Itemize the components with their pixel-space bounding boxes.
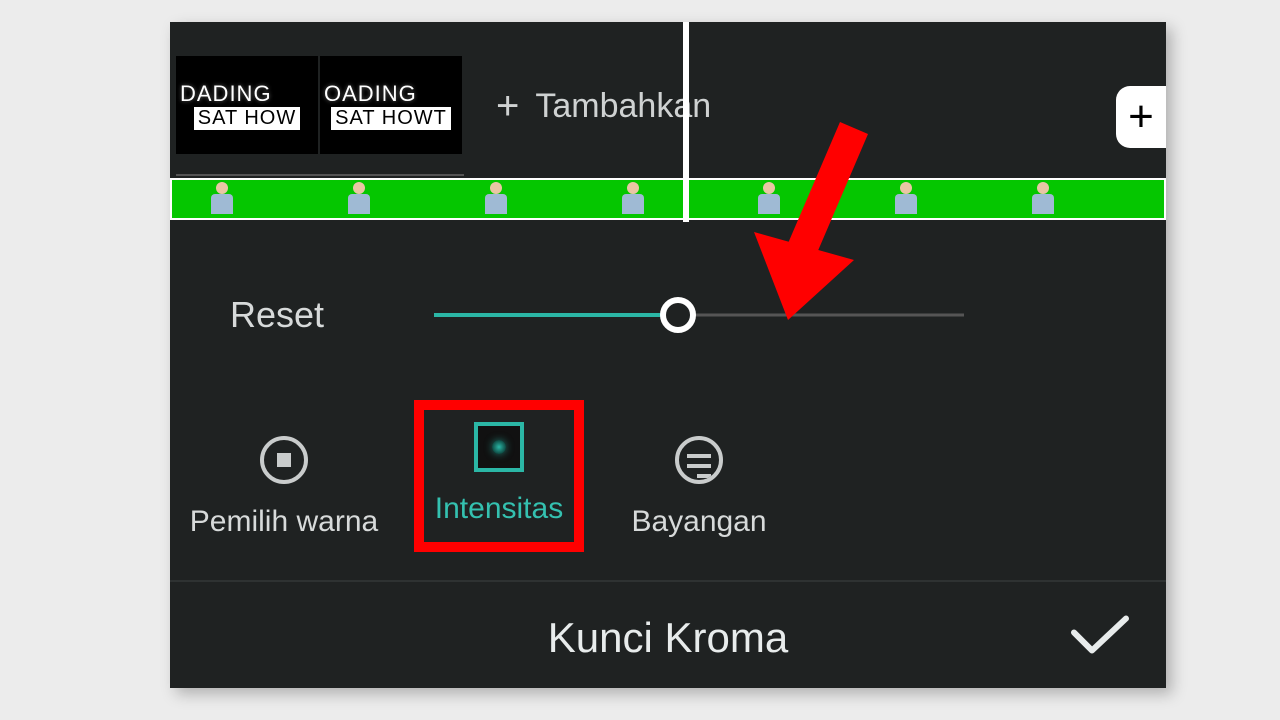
add-clip-button[interactable]: + Tambahkan [496,86,711,126]
clip-track[interactable]: DADING SAT HOW OADING SAT HOWT [176,36,464,176]
clip-thumb-2[interactable]: OADING SAT HOWT [320,56,462,154]
clip-strip: DADING SAT HOW OADING SAT HOWT + Tambahk… [170,36,1166,176]
shadow-icon [674,435,724,485]
option-label: Bayangan [631,505,766,539]
frame-thumb [206,180,221,218]
slider-row: Reset [230,294,1110,336]
option-label: Intensitas [435,492,563,526]
option-label: Pemilih warna [190,505,378,539]
divider [170,580,1166,582]
clip-thumb-1[interactable]: DADING SAT HOW [176,56,318,154]
frame-thumb [343,180,358,218]
plus-icon: + [496,86,519,126]
intensity-icon [474,422,524,472]
plus-icon: + [1128,92,1154,142]
frame-thumb [890,180,905,218]
color-picker-icon [259,435,309,485]
frame-thumb [1027,180,1042,218]
shadow-option[interactable]: Bayangan [614,435,784,539]
clip-text: OADING [324,81,417,107]
frame-thumb [480,180,495,218]
panel-title: Kunci Kroma [548,614,788,662]
reset-button[interactable]: Reset [230,294,324,336]
frame-thumb [753,180,768,218]
clip-text: SAT HOW [194,107,300,130]
clip-text: DADING [180,81,272,107]
add-fab-button[interactable]: + [1116,86,1166,148]
option-row: Pemilih warna Intensitas Bayangan [184,422,784,552]
confirm-button[interactable] [1070,613,1130,664]
slider-thumb[interactable] [660,297,696,333]
greenscreen-track[interactable] [170,178,1166,220]
intensity-slider[interactable] [434,295,964,335]
playhead[interactable] [683,22,689,222]
frame-thumb [617,180,632,218]
footer-bar: Kunci Kroma [170,588,1166,688]
editor-panel: DADING SAT HOW OADING SAT HOWT + Tambahk… [170,22,1166,688]
slider-fill [434,313,678,317]
color-picker-option[interactable]: Pemilih warna [184,435,384,539]
clip-text: SAT HOWT [331,107,451,130]
check-icon [1070,613,1130,659]
intensity-option[interactable]: Intensitas [414,400,584,552]
